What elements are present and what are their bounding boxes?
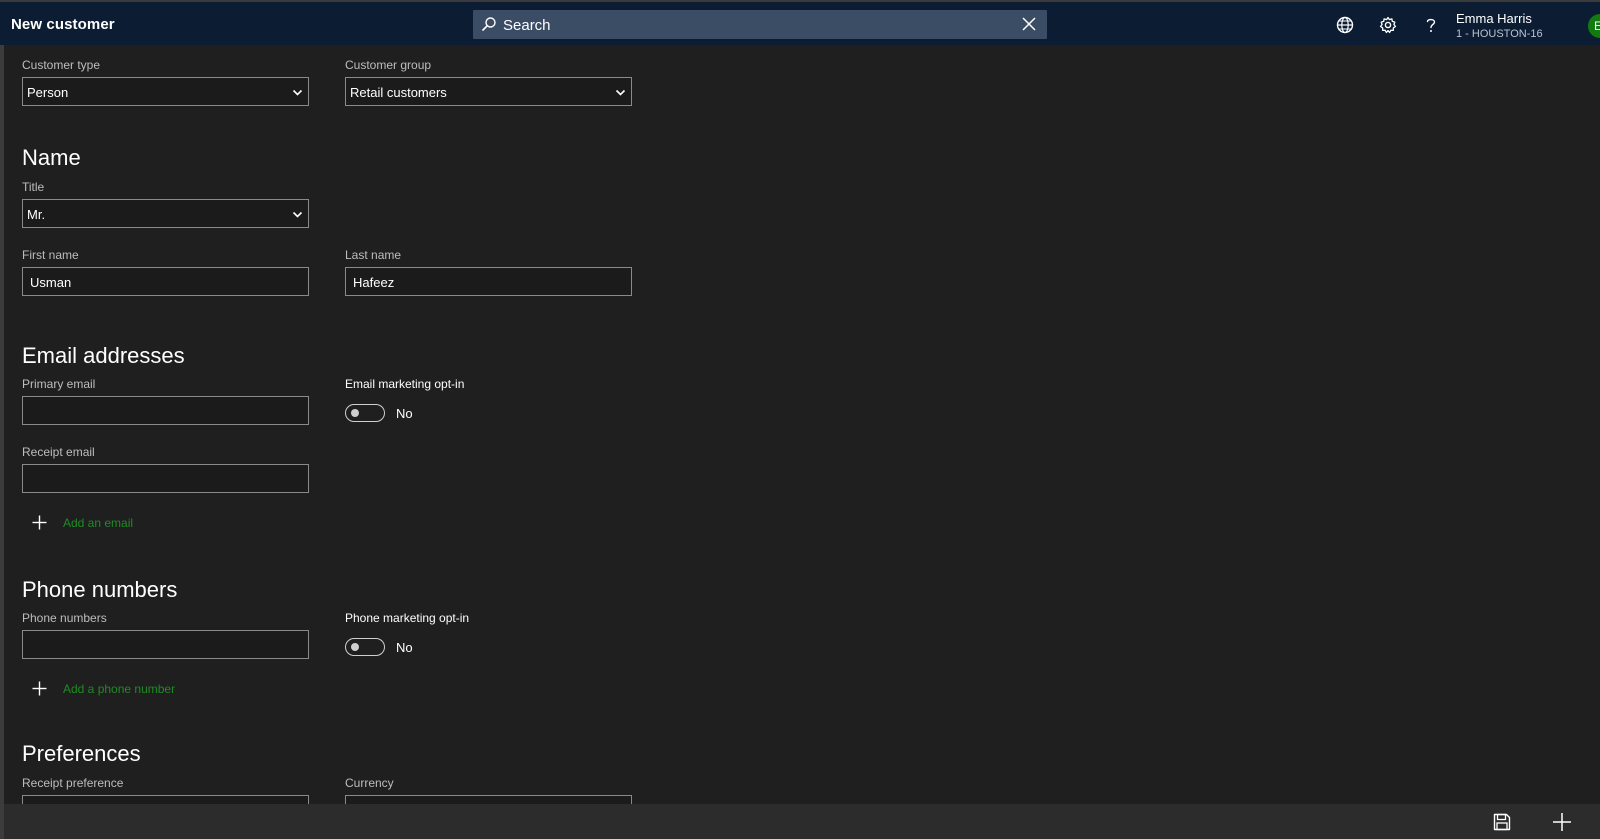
toggle-knob [351, 409, 359, 417]
user-name[interactable]: Emma Harris [1456, 11, 1532, 26]
search-icon [481, 17, 496, 32]
user-store: 1 - HOUSTON-16 [1456, 28, 1543, 40]
bottom-command-bar [4, 804, 1600, 839]
chevron-down-icon [292, 211, 303, 218]
name-section-title: Name [22, 145, 81, 170]
add-email-button[interactable]: Add an email [32, 512, 172, 534]
plus-icon[interactable] [1552, 812, 1572, 832]
email-section-title: Email addresses [22, 343, 185, 368]
last-name-value: Hafeez [353, 275, 395, 290]
phone-section-title: Phone numbers [22, 577, 178, 602]
chevron-down-icon [292, 89, 303, 96]
avatar[interactable]: E [1588, 14, 1600, 38]
add-phone-button[interactable]: Add a phone number [32, 678, 212, 700]
preferences-section-title: Preferences [22, 741, 141, 766]
plus-icon [32, 681, 47, 696]
help-icon[interactable] [1421, 15, 1441, 35]
first-name-value: Usman [30, 275, 72, 290]
page-title: New customer [11, 16, 115, 33]
customer-type-value: Person [27, 85, 69, 100]
last-name-field[interactable]: Hafeez [345, 267, 632, 296]
phone-numbers-label: Phone numbers [22, 611, 107, 625]
primary-email-label: Primary email [22, 377, 96, 391]
phone-numbers-field[interactable] [22, 630, 309, 659]
close-icon[interactable] [1021, 16, 1037, 32]
customer-group-value: Retail customers [350, 85, 447, 100]
email-optin-label: Email marketing opt-in [345, 377, 465, 391]
toggle-knob [351, 643, 359, 651]
currency-label: Currency [345, 776, 394, 790]
phone-optin-toggle[interactable] [345, 638, 385, 656]
title-label: Title [22, 180, 45, 194]
first-name-label: First name [22, 248, 79, 262]
chevron-down-icon [615, 89, 626, 96]
title-value: Mr. [27, 207, 46, 222]
globe-icon[interactable] [1335, 15, 1355, 35]
search-input[interactable]: Search [473, 10, 1047, 39]
currency-select[interactable] [345, 795, 632, 804]
first-name-field[interactable]: Usman [22, 267, 309, 296]
left-edge [0, 45, 4, 839]
customer-group-label: Customer group [345, 58, 432, 72]
email-optin-toggle[interactable] [345, 404, 385, 422]
top-bar: New customer Search Emma Harris 1 - HOUS… [0, 0, 1600, 45]
save-icon[interactable] [1492, 812, 1512, 832]
last-name-label: Last name [345, 248, 402, 262]
customer-type-label: Customer type [22, 58, 101, 72]
receipt-preference-select[interactable] [22, 795, 309, 804]
receipt-email-label: Receipt email [22, 445, 95, 459]
email-optin-value: No [396, 406, 413, 421]
receipt-preference-label: Receipt preference [22, 776, 124, 790]
add-email-label: Add an email [63, 516, 134, 530]
primary-email-field[interactable] [22, 396, 309, 425]
plus-icon [32, 515, 47, 530]
customer-group-select[interactable]: Retail customers [345, 77, 632, 106]
add-phone-label: Add a phone number [63, 682, 176, 696]
phone-optin-label: Phone marketing opt-in [345, 611, 470, 625]
gear-icon[interactable] [1378, 15, 1398, 35]
title-select[interactable]: Mr. [22, 199, 309, 228]
customer-type-select[interactable]: Person [22, 77, 309, 106]
search-placeholder: Search [503, 17, 551, 34]
phone-optin-value: No [396, 640, 413, 655]
receipt-email-field[interactable] [22, 464, 309, 493]
